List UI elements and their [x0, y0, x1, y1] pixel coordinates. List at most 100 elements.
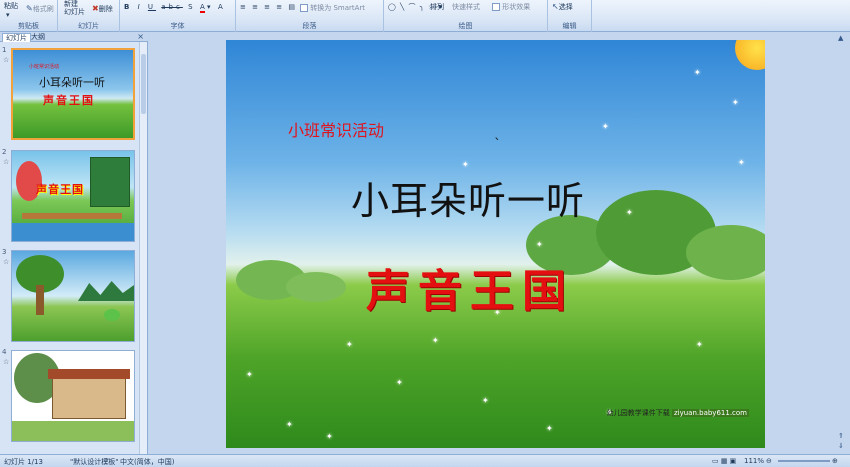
roof-shape: [48, 369, 130, 379]
thumb-number: 2: [2, 148, 7, 156]
font-format-buttons[interactable]: B I U abc S: [124, 3, 196, 11]
panel-tabs: 幻灯片 大纲 ×: [0, 32, 148, 42]
thumb-number: 3: [2, 248, 7, 256]
slides-panel: 幻灯片 大纲 × 1 ☆ 小班常识活动 小耳朵听一听 声音王国 2 ☆ 声音王国…: [0, 32, 148, 454]
frog-shape: [104, 309, 120, 321]
tree-shape: [686, 225, 765, 280]
sparkle-icon: ✦: [738, 158, 745, 167]
font-color-label: A: [200, 3, 205, 13]
shape-effects-button[interactable]: 形状效果: [492, 2, 530, 12]
cursor-icon: ↖: [552, 2, 559, 11]
new-slide-button[interactable]: 新建 幻灯片: [64, 0, 85, 16]
zoom-level[interactable]: 111%: [744, 457, 764, 465]
zoom-out-icon[interactable]: ⊖: [766, 457, 772, 465]
sparkle-icon: ✦: [462, 160, 469, 169]
next-slide-icon[interactable]: ⇓: [838, 442, 848, 450]
spellcheck-icon[interactable]: ✓: [104, 457, 110, 465]
font-group-label: 字体: [170, 22, 185, 30]
trunk-shape: [36, 285, 44, 315]
zoom-in-icon[interactable]: ⊕: [832, 457, 838, 465]
panel-scrollbar[interactable]: [139, 42, 147, 454]
align-buttons[interactable]: ≡ ≡ ≡ ≡ ▤: [240, 3, 297, 11]
arrange-label: 排列: [430, 3, 444, 11]
thumb-title: 小耳朵听一听: [39, 76, 105, 89]
sparkle-icon: ✦: [602, 122, 609, 131]
thumb-red-title: 声音王国: [43, 94, 95, 107]
sun-shape: [735, 40, 765, 70]
sparkle-icon: ✦: [482, 396, 489, 405]
slide-thumbnail-4[interactable]: [11, 350, 135, 442]
format-painter-label: 格式刷: [32, 5, 54, 13]
paragraph-group: ≡ ≡ ≡ ≡ ▤ 转换为 SmartArt 段落: [236, 0, 384, 32]
scroll-thumb[interactable]: [141, 54, 146, 114]
prev-slide-icon[interactable]: ⇑: [838, 432, 848, 440]
slide-thumbnail-3[interactable]: [11, 250, 135, 342]
animation-star-icon: ☆: [3, 358, 10, 366]
zoom-slider[interactable]: [778, 460, 830, 462]
slide-thumbnail-1[interactable]: 小班常识活动 小耳朵听一听 声音王国: [11, 48, 135, 140]
quick-styles-button[interactable]: 快速样式: [452, 2, 480, 12]
slide-red-title[interactable]: 声音王国: [366, 255, 574, 319]
slide-thumbnail-2[interactable]: 声音王国: [11, 150, 135, 242]
font-color-button[interactable]: A ▾: [200, 3, 211, 13]
sparkle-icon: ✦: [626, 208, 633, 217]
slides-group-label: 幻灯片: [78, 22, 99, 30]
paste-dropdown-icon[interactable]: ▾: [6, 11, 10, 19]
clipboard-group-label: 剪贴板: [18, 22, 39, 30]
paste-button[interactable]: 粘贴: [4, 1, 18, 11]
sparkle-icon: ✦: [694, 68, 701, 77]
slide-canvas[interactable]: ✦ ✦ ✦ ✦ ✦ ✦ ✦ ✦ ✦ ✦ ✦ ✦ ✦ ✦ ✦ ✦ ✦ ✦ ✦ 小班…: [226, 40, 765, 448]
font-grow-button[interactable]: A: [218, 3, 223, 11]
tab-outline[interactable]: 大纲: [28, 33, 48, 42]
house-shape: [52, 377, 126, 419]
sparkle-icon: ✦: [246, 370, 253, 379]
scroll-up-icon[interactable]: ▲: [838, 34, 848, 42]
sparkle-icon: ✦: [696, 340, 703, 349]
quick-styles-label: 快速样式: [452, 3, 480, 11]
animation-star-icon: ☆: [3, 258, 10, 266]
arrange-button[interactable]: 排列: [430, 2, 444, 12]
thumb-number: 4: [2, 348, 7, 356]
drawing-group-label: 绘图: [458, 22, 473, 30]
slides-group: 新建 幻灯片 ✖删除 幻灯片: [58, 0, 120, 32]
font-group: B I U abc S A ▾ A 字体: [120, 0, 236, 32]
theme-name: "默认设计模板": [70, 458, 119, 466]
thumbnail-row[interactable]: 4 ☆: [0, 348, 140, 443]
ribbon: 粘贴 ▾ ✎格式刷 剪贴板 新建 幻灯片 ✖删除 幻灯片 B I U abc S…: [0, 0, 850, 32]
format-painter-button[interactable]: ✎格式刷: [26, 4, 54, 14]
font-grow-label: A: [218, 3, 223, 11]
thumbnail-row[interactable]: 1 ☆ 小班常识活动 小耳朵听一听 声音王国: [0, 46, 140, 141]
close-icon[interactable]: ×: [137, 32, 144, 41]
sparkle-icon: ✦: [536, 240, 543, 249]
smartart-button[interactable]: 转换为 SmartArt: [300, 3, 365, 13]
thumbnail-row[interactable]: 2 ☆ 声音王国: [0, 148, 140, 243]
language[interactable]: 中文(简体，中国): [120, 457, 174, 467]
editing-group: ↖选择 编辑: [548, 0, 592, 32]
smartart-icon: [300, 4, 308, 12]
drawing-group: ◯ ╲ ⌒ ╮ ☆ ▾ 排列 快速样式 形状效果 绘图: [384, 0, 548, 32]
editor-area: ✦ ✦ ✦ ✦ ✦ ✦ ✦ ✦ ✦ ✦ ✦ ✦ ✦ ✦ ✦ ✦ ✦ ✦ ✦ 小班…: [149, 32, 850, 454]
house-shape: [90, 157, 130, 207]
sparkle-icon: ✦: [732, 98, 739, 107]
ground-shape: [12, 421, 134, 441]
sparkle-icon: ✦: [326, 432, 333, 441]
thumbnail-row[interactable]: 3 ☆: [0, 248, 140, 343]
smartart-label: 转换为 SmartArt: [310, 4, 366, 12]
tab-slides[interactable]: 幻灯片: [2, 33, 31, 42]
view-buttons[interactable]: ▭ ▦ ▣: [712, 457, 736, 465]
tree-shape: [286, 272, 346, 302]
animation-star-icon: ☆: [3, 158, 10, 166]
sparkle-icon: ✦: [432, 336, 439, 345]
forest-shape: [78, 281, 134, 301]
select-label: 选择: [558, 3, 573, 11]
slide-subtitle[interactable]: 小班常识活动: [288, 117, 384, 141]
bridge-shape: [22, 213, 122, 219]
delete-label: 删除: [98, 5, 113, 13]
delete-slide-button[interactable]: ✖删除: [92, 4, 113, 14]
select-button[interactable]: ↖选择: [552, 2, 573, 12]
effects-icon: [492, 3, 500, 11]
slide-title[interactable]: 小耳朵听一听: [351, 170, 585, 225]
paste-label: 粘贴: [4, 2, 18, 10]
status-bar: 幻灯片 1/13 "默认设计模板" ✓ 中文(简体，中国) ▭ ▦ ▣ 111%…: [0, 454, 850, 467]
paragraph-group-label: 段落: [302, 22, 317, 30]
